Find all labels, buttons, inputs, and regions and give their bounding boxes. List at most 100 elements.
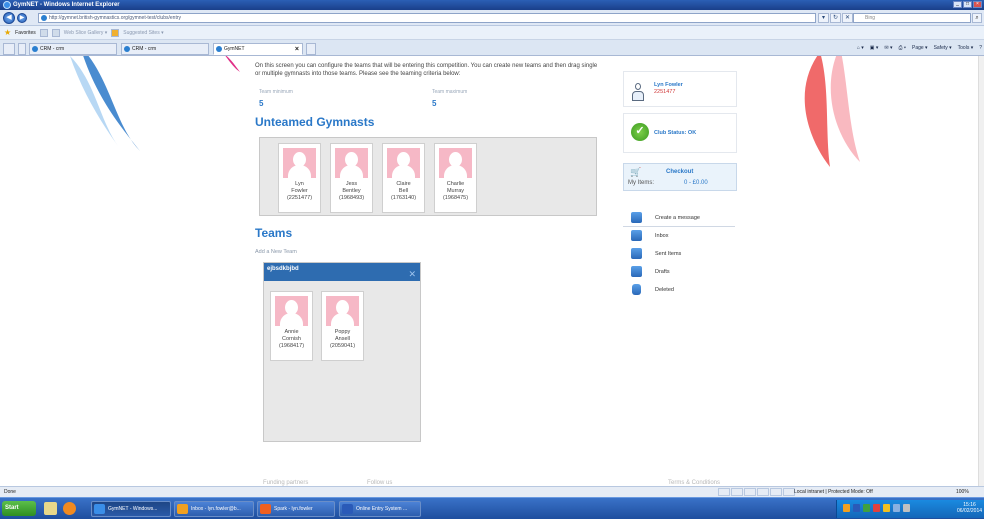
gymnast-last-name: Bell (398, 188, 409, 194)
tab-crm-1[interactable]: CRM - crm (29, 43, 117, 55)
intro-text: On this screen you can configure the tea… (255, 63, 598, 77)
add-favorite-icon[interactable] (39, 28, 48, 37)
team-min-value: 5 (259, 99, 264, 108)
cart-icon: 🛒 (630, 167, 642, 177)
tray-icon-4[interactable] (873, 504, 880, 512)
menu-create-message[interactable]: Create a message (623, 210, 735, 227)
site-favicon (41, 15, 47, 21)
team-max-value: 5 (432, 99, 437, 108)
vertical-scrollbar[interactable] (978, 56, 984, 486)
minimize-button[interactable]: _ (953, 1, 962, 8)
gymnast-first-name: Poppy (334, 329, 351, 335)
mail-icon[interactable]: ✉ ▾ (884, 45, 892, 51)
suggested-sites-link[interactable]: Suggested Sites ▾ (123, 30, 163, 36)
user-name[interactable]: Lyn Fowler (654, 82, 683, 88)
remove-team-icon[interactable]: ✕ (408, 270, 416, 279)
gymnast-last-name: Fowler (291, 188, 308, 194)
avatar (326, 296, 359, 326)
inbox-icon (631, 230, 642, 241)
safety-menu[interactable]: Safety ▾ (934, 45, 952, 51)
user-icon (632, 83, 644, 101)
team-box[interactable]: ejbsdkbjbd ✕ Annie Cornish (1968417) Pop… (263, 262, 421, 442)
tray-icon-5[interactable] (883, 504, 890, 512)
tray-icon-1[interactable] (843, 504, 850, 512)
new-tab-button[interactable] (306, 43, 316, 55)
close-window-button[interactable]: × (973, 1, 982, 8)
search-input[interactable]: Bing (853, 13, 971, 23)
gymnast-card[interactable]: Poppy Ansell (2059041) (321, 291, 364, 361)
gymnast-card[interactable]: Lyn Fowler (2251477) (278, 143, 321, 213)
forward-button[interactable]: ▶ (17, 13, 27, 23)
start-button[interactable]: Start (2, 501, 36, 516)
gymnast-card[interactable]: Charlie Murray (1968475) (434, 143, 477, 213)
spark-taskbar-icon (260, 504, 271, 514)
maximize-button[interactable]: □ (963, 1, 972, 8)
team-name[interactable]: ejbsdkbjbd (267, 266, 299, 272)
decorative-swirl-blue (70, 56, 140, 151)
tray-icon-3[interactable] (863, 504, 870, 512)
search-icon[interactable]: ⌕ (972, 13, 982, 23)
menu-sent-items[interactable]: Sent Items (623, 246, 735, 263)
taskbar-spark[interactable]: Spark - lyn.fowler (257, 501, 335, 517)
tab-gymnet[interactable]: GymNET × (213, 43, 303, 55)
gymnast-id: (1968475) (442, 195, 469, 201)
compatibility-view-icon[interactable]: ▾ (818, 13, 829, 23)
favorites-button[interactable]: Favorites (15, 30, 36, 36)
tools-menu[interactable]: Tools ▾ (958, 45, 974, 51)
quick-tabs-button[interactable] (3, 43, 15, 55)
taskbar-gymnet[interactable]: GymNET - Windows... (91, 501, 171, 517)
close-tab-icon[interactable]: × (295, 44, 299, 55)
status-cells (718, 488, 795, 496)
unteamed-gymnasts-area[interactable]: Lyn Fowler (2251477) Jess Bentley (19684… (259, 137, 597, 216)
tab-crm-2[interactable]: CRM - crm (121, 43, 209, 55)
gymnast-card[interactable]: Annie Cornish (1968417) (270, 291, 313, 361)
gymnast-last-name: Bentley (342, 188, 361, 194)
feeds-icon[interactable]: ▣ ▾ (870, 45, 879, 51)
ie-taskbar-icon (94, 504, 105, 514)
ie-icon (3, 1, 11, 9)
window-title: GymNET - Windows Internet Explorer (13, 2, 120, 8)
back-button[interactable]: ◀ (3, 12, 15, 24)
club-status-card: ✓ Club Status: OK (623, 113, 737, 153)
address-input[interactable]: http://gymnet.british-gymnastics.org/gym… (38, 13, 816, 23)
menu-drafts[interactable]: Drafts (623, 264, 735, 281)
volume-icon[interactable] (903, 504, 910, 512)
tray-icon-6[interactable] (893, 504, 900, 512)
security-zone[interactable]: Local intranet | Protected Mode: Off (794, 487, 873, 497)
gymnast-card[interactable]: Jess Bentley (1968493) (330, 143, 373, 213)
status-bar: Done Local intranet | Protected Mode: Of… (0, 486, 984, 497)
taskbar-inbox[interactable]: Inbox - lyn.fowler@b... (174, 501, 254, 517)
favorites-star-icon[interactable]: ★ (4, 28, 11, 37)
tab-list-button[interactable] (18, 43, 26, 55)
clock[interactable]: 15:16 06/02/2014 (957, 502, 982, 514)
home-icon[interactable]: ⌂ ▾ (857, 45, 864, 51)
avatar (439, 148, 472, 178)
gymnast-card[interactable]: Claire Bell (1763140) (382, 143, 425, 213)
gymnast-last-name: Cornish (282, 336, 301, 342)
gymnast-first-name: Annie (284, 329, 299, 335)
checkout-link[interactable]: Checkout (666, 169, 693, 175)
menu-inbox[interactable]: Inbox (623, 228, 735, 245)
taskbar-word[interactable]: Online Entry System ... (339, 501, 421, 517)
menu-deleted[interactable]: Deleted (623, 282, 735, 299)
web-slice-gallery-link[interactable]: Web Slice Gallery ▾ (64, 30, 108, 36)
address-row: ◀ ▶ http://gymnet.british-gymnastics.org… (0, 10, 984, 26)
page-menu[interactable]: Page ▾ (912, 45, 928, 51)
explorer-quicklaunch-icon[interactable] (44, 502, 57, 515)
user-card: Lyn Fowler 2251477 (623, 71, 737, 107)
deleted-icon (632, 284, 641, 295)
checkout-panel: 🛒 Checkout My Items: 0 - £0.00 (623, 163, 737, 191)
tray-icon-2[interactable] (853, 504, 860, 512)
club-status: Club Status: OK (654, 130, 697, 136)
gymnast-id: (2251477) (286, 195, 313, 201)
print-icon[interactable]: ⎙ ▾ (898, 45, 906, 51)
add-team-link[interactable]: Add a New Team (255, 249, 297, 255)
stop-icon[interactable]: ✕ (842, 13, 853, 23)
help-icon[interactable]: ? (979, 45, 982, 51)
zoom-level[interactable]: 100% (956, 487, 969, 497)
team-min-label: Team minimum (259, 89, 293, 95)
media-player-quicklaunch-icon[interactable] (63, 502, 76, 515)
refresh-icon[interactable]: ↻ (830, 13, 841, 23)
tab-favicon (32, 46, 38, 52)
sent-items-icon (631, 248, 642, 259)
